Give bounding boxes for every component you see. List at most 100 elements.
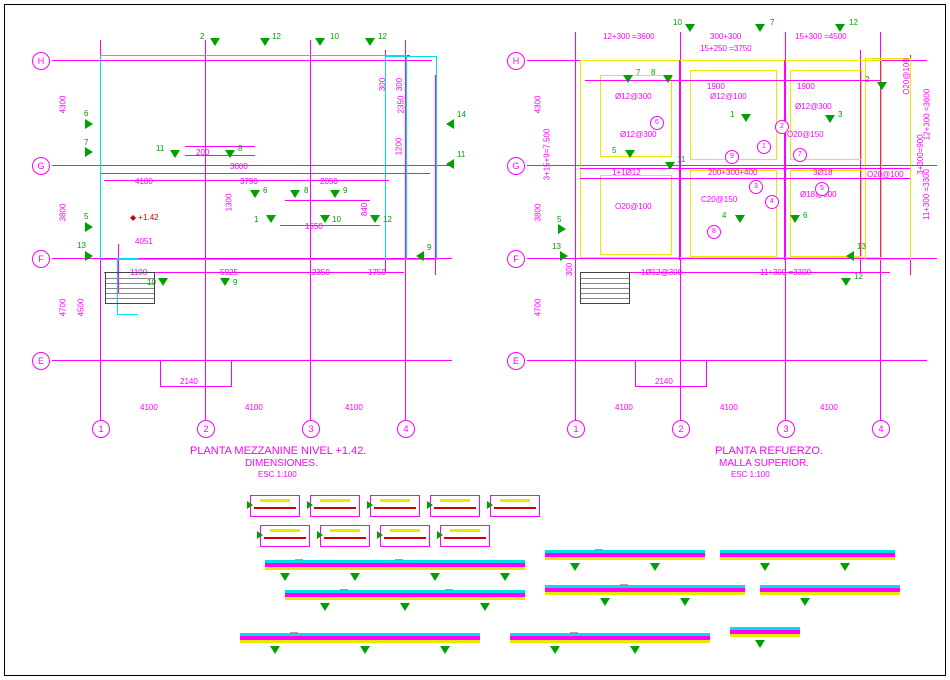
section-arrow-icon	[480, 603, 490, 611]
section-num: 13	[552, 242, 561, 251]
section-arrow-icon	[446, 159, 454, 169]
plan-title: PLANTA REFUERZO.	[715, 445, 823, 457]
grid-bubble-1: 1	[567, 420, 585, 438]
rebar-strip	[600, 175, 672, 255]
section-arrow-icon	[250, 190, 260, 198]
grid-bubble-H: H	[507, 52, 525, 70]
dim-text: 2350	[396, 96, 405, 114]
rebar-mark: —	[395, 555, 403, 564]
dim-text: 300	[378, 78, 387, 91]
beam-detail	[510, 633, 710, 643]
grid-bubble-3: 3	[777, 420, 795, 438]
rebar-note: 12+300 =3600	[922, 89, 931, 141]
rebar-note: 11+300 =3300	[760, 268, 811, 277]
section-num: 5	[557, 215, 561, 224]
dim-text: 4100	[245, 403, 263, 412]
rebar-note: 1+1Ø12	[612, 168, 641, 177]
section-arrow-icon	[760, 563, 770, 571]
callout: 9	[725, 150, 739, 164]
dim-text: 3790	[240, 177, 258, 186]
dim-text: 4700	[533, 299, 542, 317]
section-num: 10	[330, 32, 339, 41]
dim-text: 4100	[135, 177, 153, 186]
rebar-note: C20@150	[701, 195, 737, 204]
callout: 1	[757, 140, 771, 154]
rebar-strip	[690, 170, 777, 257]
section-arrow-icon	[85, 147, 93, 157]
rebar-mark: —	[595, 545, 603, 554]
dim-text: 300	[395, 78, 404, 91]
section-num: 8	[304, 186, 308, 195]
section-num: 5	[84, 212, 88, 221]
slab-outline	[100, 55, 407, 260]
section-num: 7	[84, 138, 88, 147]
beam-detail	[545, 550, 705, 560]
section-num: 13	[77, 241, 86, 250]
section-arrow-icon	[350, 573, 360, 581]
section-num: 12	[849, 18, 858, 27]
section-num: 2	[865, 75, 869, 84]
section-arrow-icon	[558, 224, 566, 234]
section-num: 12	[378, 32, 387, 41]
grid-bubble-G: G	[32, 157, 50, 175]
section-arrow-icon	[266, 215, 276, 223]
section-detail	[310, 495, 360, 517]
plan-mezzanine: H G F E 1 2 3 4 4300 3800 4700 4500 4100…	[30, 20, 490, 490]
section-arrow-icon	[400, 603, 410, 611]
section-arrow-icon	[560, 251, 568, 261]
rebar-line	[580, 178, 910, 179]
plan-subtitle: DIMENSIONES.	[245, 458, 318, 469]
section-num: 7	[770, 18, 774, 27]
dim-text: 4100	[615, 403, 633, 412]
rebar-note: 200+300+400	[708, 168, 757, 177]
section-details: — — — — — — — —	[200, 495, 920, 675]
grid-bubble-1: 1	[92, 420, 110, 438]
section-detail	[260, 525, 310, 547]
section-num: 13	[857, 242, 866, 251]
section-arrow-icon	[570, 563, 580, 571]
dim-text: 2050	[320, 177, 338, 186]
section-detail	[380, 525, 430, 547]
section-num: 11	[457, 150, 465, 159]
rebar-mark: —	[290, 628, 298, 637]
rebar-note: O20@100	[867, 170, 904, 179]
section-arrow-icon	[85, 119, 93, 129]
section-arrow-icon	[600, 598, 610, 606]
section-arrow-icon	[210, 38, 220, 46]
section-num: 10	[332, 215, 341, 224]
section-arrow-icon	[158, 278, 168, 286]
section-arrow-icon	[430, 573, 440, 581]
dim-text: 4700	[58, 299, 67, 317]
section-arrow-icon	[170, 150, 180, 158]
section-arrow-icon	[440, 646, 450, 654]
section-arrow-icon	[330, 190, 340, 198]
rebar-note: 1900	[707, 82, 725, 91]
section-num: 9	[233, 278, 237, 287]
section-detail	[370, 495, 420, 517]
section-num: 5	[612, 146, 616, 155]
section-arrow-icon	[755, 640, 765, 648]
dimline	[185, 155, 255, 156]
callout: 2	[775, 120, 789, 134]
level-marker: ◆ +1.42	[130, 213, 159, 222]
grid-bubble-G: G	[507, 157, 525, 175]
section-arrow-icon	[846, 251, 854, 261]
beam-detail	[760, 585, 900, 595]
rebar-note: O20@100	[902, 58, 911, 95]
grid-bubble-H: H	[32, 52, 50, 70]
section-arrow-icon	[446, 119, 454, 129]
section-arrow-icon	[663, 75, 673, 83]
section-num: 12	[854, 272, 863, 281]
dimline	[104, 180, 389, 181]
dim-text: 3000	[230, 162, 248, 171]
section-arrow-icon	[625, 150, 635, 158]
callout: 6	[650, 116, 664, 130]
callout: 8	[707, 225, 721, 239]
dim-text: 3+15+9=7.500	[542, 129, 551, 181]
dim-text: 4100	[345, 403, 363, 412]
section-arrow-icon	[825, 115, 835, 123]
rebar-line	[784, 60, 785, 260]
section-arrow-icon	[85, 251, 93, 261]
beam-detail	[730, 627, 800, 637]
callout: 5	[815, 182, 829, 196]
